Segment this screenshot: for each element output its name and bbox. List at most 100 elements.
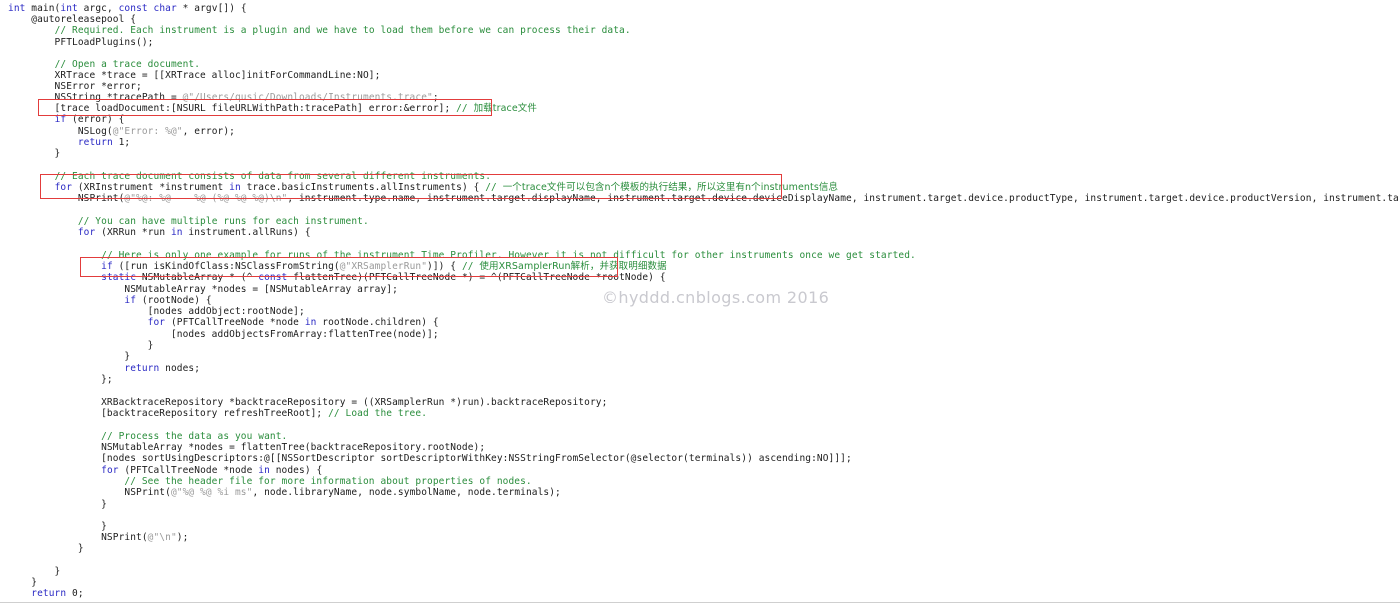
code-token: return xyxy=(77,137,113,148)
code-token: // Open a trace document. xyxy=(54,59,201,70)
watermark-text: ©hyddd.cnblogs.com 2016 xyxy=(602,288,830,307)
code-token: flattenTree)(PFTCallTreeNode *) = ^(PFTC… xyxy=(287,272,666,283)
code-token: }; xyxy=(8,374,113,385)
code-token: return xyxy=(31,588,67,599)
code-line: } xyxy=(8,351,130,362)
code-token: NSLog( xyxy=(8,126,113,137)
code-token: nodes; xyxy=(159,363,201,374)
code-token: NSString *tracePath = xyxy=(8,92,183,103)
code-line: return 1; xyxy=(8,137,130,148)
code-token: } xyxy=(8,499,107,510)
code-token: // You can have multiple runs for each i… xyxy=(77,216,369,227)
code-token: @"%@ %@ %i ms" xyxy=(170,487,253,498)
code-token: trace.basicInstruments.allInstruments) { xyxy=(240,182,486,193)
code-line: int main(int argc, const char * argv[]) … xyxy=(8,3,247,14)
code-token: // Process the data as you want. xyxy=(101,431,288,442)
code-token: const xyxy=(118,3,148,14)
code-line: for (XRRun *run in instrument.allRuns) { xyxy=(8,227,311,238)
code-token: NSMutableArray *nodes = [NSMutableArray … xyxy=(8,284,398,295)
code-token: @"\n" xyxy=(147,532,177,543)
code-token: NSError *error; xyxy=(8,81,142,92)
code-token: in xyxy=(229,182,241,193)
code-line: } xyxy=(8,499,107,510)
code-token: ; xyxy=(432,92,439,103)
code-token: char xyxy=(153,3,177,14)
code-token: } xyxy=(8,543,84,554)
code-token: int xyxy=(8,3,32,14)
code-token: // Required. Each instrument is a plugin… xyxy=(54,25,631,36)
code-token: [nodes addObjectsFromArray:flattenTree(n… xyxy=(8,329,439,340)
code-token: // xyxy=(461,261,480,272)
code-line: NSPrint(@"%@: %@ %@ (%@ %@ %@)\n", instr… xyxy=(8,193,1400,204)
code-token: PFTLoadPlugins(); xyxy=(8,37,154,48)
code-token: XRBacktraceRepository *backtraceReposito… xyxy=(8,397,608,408)
code-token: 加载trace文件 xyxy=(473,103,537,114)
code-token: // Each trace document consists of data … xyxy=(54,171,492,182)
code-token: rootNode.children) { xyxy=(316,317,439,328)
code-token: } xyxy=(8,340,154,351)
code-token: 0; xyxy=(66,588,84,599)
code-token: (PFTCallTreeNode *node xyxy=(118,465,259,476)
code-token: XRTrace *trace = [[XRTrace alloc]initFor… xyxy=(8,70,381,81)
code-token: for xyxy=(101,465,119,476)
code-token: } xyxy=(8,521,107,532)
code-token: (rootNode) { xyxy=(136,295,212,306)
code-token: in xyxy=(170,227,183,238)
code-token: for xyxy=(77,227,96,238)
code-token: // Load the tree. xyxy=(328,408,428,419)
code-line: PFTLoadPlugins(); xyxy=(8,37,154,48)
code-token: } xyxy=(8,351,131,362)
code-token: ); xyxy=(176,532,189,543)
code-line: // You can have multiple runs for each i… xyxy=(8,216,369,227)
code-line: NSMutableArray *nodes = flattenTree(back… xyxy=(8,442,485,453)
code-line: if (error) { xyxy=(8,114,125,125)
code-line: NSPrint(@"%@ %@ %i ms", node.libraryName… xyxy=(8,487,561,498)
code-token: // Here is only one example for runs of … xyxy=(101,250,916,261)
code-token: 一个trace文件可以包含n个模板的执行结果，所以这里有n个instrument… xyxy=(502,182,839,193)
code-token: NSPrint( xyxy=(8,487,171,498)
code-line: NSPrint(@"\n"); xyxy=(8,532,188,543)
code-token: // xyxy=(485,182,503,193)
code-token: @"%@: %@ %@ (%@ %@ %@)\n" xyxy=(124,193,288,204)
code-line: [backtraceRepository refreshTreeRoot]; /… xyxy=(8,408,427,419)
code-token: (XRRun *run xyxy=(95,227,171,238)
code-token: [backtraceRepository refreshTreeRoot]; xyxy=(8,408,329,419)
code-token: // See the header file for more informat… xyxy=(124,476,532,487)
code-line: return 0; xyxy=(8,588,84,599)
code-token: } xyxy=(8,577,38,588)
code-token: if xyxy=(54,114,67,125)
code-token: in xyxy=(304,317,317,328)
code-line: XRTrace *trace = [[XRTrace alloc]initFor… xyxy=(8,70,381,81)
code-line: static NSMutableArray * (^ const flatten… xyxy=(8,272,666,283)
code-token: )]) { xyxy=(427,261,462,272)
code-line: for (PFTCallTreeNode *node in rootNode.c… xyxy=(8,317,439,328)
code-line: NSError *error; xyxy=(8,81,142,92)
code-line: } xyxy=(8,521,107,532)
code-line: NSMutableArray *nodes = [NSMutableArray … xyxy=(8,284,398,295)
code-token: argc, xyxy=(77,3,119,14)
code-token: if xyxy=(124,295,137,306)
code-token: // xyxy=(456,103,474,114)
code-token: [nodes addObject:rootNode]; xyxy=(8,306,305,317)
code-line: if ([run isKindOfClass:NSClassFromString… xyxy=(8,261,667,272)
code-line: } xyxy=(8,577,37,588)
code-line: NSString *tracePath = @"/Users/qusic/Dow… xyxy=(8,92,439,103)
code-editor-surface: int main(int argc, const char * argv[]) … xyxy=(0,0,1400,603)
code-token: , node.libraryName, node.symbolName, nod… xyxy=(252,487,561,498)
